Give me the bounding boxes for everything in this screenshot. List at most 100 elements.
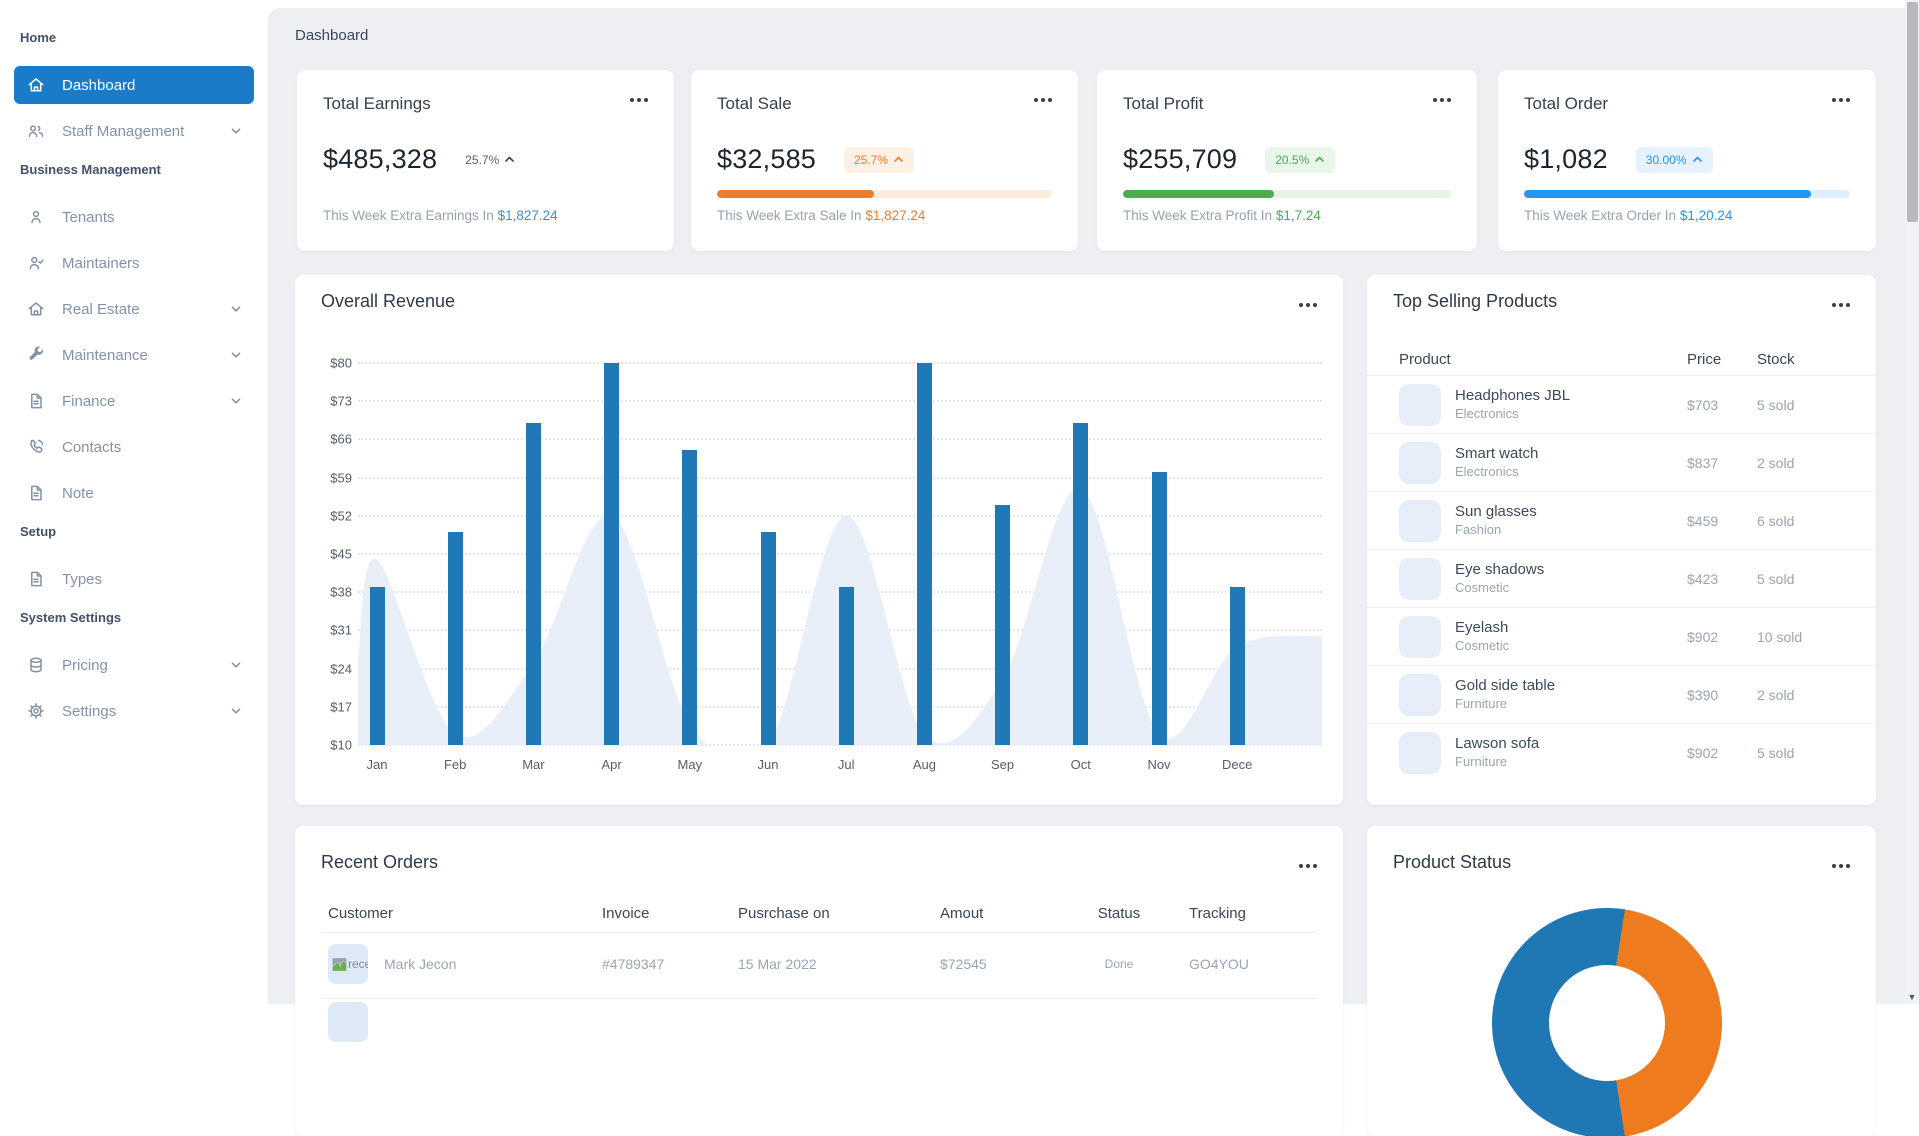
sidebar-item-staff-management[interactable]: Staff Management	[14, 112, 254, 150]
progress-bar	[1524, 190, 1850, 198]
stat-card-value: $1,082	[1524, 144, 1608, 174]
recent-orders-card: Recent Orders Customer Invoice Pusrchase o…	[295, 826, 1343, 1136]
product-category: Cosmetic	[1455, 638, 1510, 653]
bar-jun	[760, 532, 776, 745]
stat-card-footer: This Week Extra Earnings In $1,827.24	[323, 208, 558, 223]
sidebar-section-label-system-settings: System Settings	[20, 610, 122, 625]
product-stock: 2 sold	[1757, 686, 1795, 703]
product-thumbnail	[1399, 557, 1441, 600]
product-status-title: Product Status	[1393, 852, 1512, 872]
vertical-scrollbar[interactable]: ▼	[1905, 0, 1919, 1004]
order-amount: $72545	[940, 956, 987, 972]
product-category: Electronics	[1455, 464, 1519, 479]
more-options-button[interactable]	[1429, 94, 1455, 106]
sidebar-item-label: Staff Management	[62, 122, 185, 140]
customer-avatar-broken-image: rece	[328, 944, 368, 984]
divider	[321, 998, 1317, 999]
product-category: Furniture	[1455, 754, 1508, 769]
chevron-down-icon	[231, 128, 241, 134]
sidebar-item-pricing[interactable]: Pricing	[14, 646, 254, 684]
product-stock: 5 sold	[1757, 396, 1795, 413]
sidebar-item-label: Settings	[62, 702, 117, 720]
y-axis-tick: $45	[330, 546, 352, 562]
sidebar-item-label: Maintenance	[62, 346, 148, 364]
product-row-sun-glasses: Sun glasses Fashion $459 6 sold	[1367, 491, 1876, 549]
sidebar-item-types[interactable]: Types	[14, 560, 254, 598]
product-name: Sun glasses	[1455, 503, 1537, 520]
percent-change: 25.7%	[465, 153, 515, 167]
sidebar-item-label: Finance	[62, 392, 116, 410]
more-options-button[interactable]	[626, 94, 652, 106]
column-header-pusrchase-on: Pusrchase on	[738, 904, 830, 922]
bar-jan	[369, 586, 385, 745]
product-category: Cosmetic	[1455, 580, 1510, 595]
x-axis-tick: Mar	[522, 757, 545, 772]
y-axis-tick: $24	[330, 661, 352, 677]
chevron-down-icon	[231, 352, 241, 358]
order-tracking: GO4YOU	[1189, 956, 1249, 972]
x-axis-tick: Oct	[1070, 757, 1091, 772]
sidebar-item-maintenance[interactable]: Maintenance	[14, 336, 254, 374]
x-axis-tick: May	[677, 757, 703, 772]
gear-icon	[28, 703, 44, 719]
more-options-button[interactable]	[1030, 94, 1056, 106]
wrench-icon	[29, 346, 43, 360]
product-thumbnail	[1399, 615, 1441, 658]
product-thumbnail	[1399, 383, 1441, 426]
y-axis-tick: $66	[330, 431, 352, 447]
sidebar-item-real-estate[interactable]: Real Estate	[14, 290, 254, 328]
sidebar-item-finance[interactable]: Finance	[14, 382, 254, 420]
more-options-button[interactable]	[1828, 860, 1854, 872]
stat-card-title: Total Earnings	[323, 94, 431, 113]
column-header-status: Status	[1097, 904, 1141, 922]
product-name: Gold side table	[1455, 677, 1556, 694]
stat-card-footer: This Week Extra Sale In $1,827.24	[717, 208, 926, 223]
sidebar: Home Dashboard Staff Management Business Ma…	[0, 0, 268, 1004]
sidebar-item-maintainers[interactable]: Maintainers	[14, 244, 254, 282]
sidebar-item-dashboard[interactable]: Dashboard	[14, 66, 254, 104]
overall-revenue-card: Overall Revenue $80 $73 $66 $59 $52 $45 $38 $31…	[295, 275, 1343, 805]
top-selling-products-card: Top Selling Products Product Price Stock H…	[1367, 275, 1876, 805]
product-price: $902	[1687, 744, 1719, 761]
sidebar-item-note[interactable]: Note	[14, 474, 254, 512]
chevron-up-icon	[894, 156, 903, 162]
users-icon	[28, 125, 44, 137]
order-row: rece Mark Jecon #4789347 15 Mar 2022 $72…	[295, 933, 1343, 995]
sidebar-item-settings[interactable]: Settings	[14, 692, 254, 730]
scrollbar-down-arrow-icon[interactable]: ▼	[1905, 992, 1919, 1002]
bar-may	[682, 450, 698, 745]
percent-change-badge: 30.00%	[1635, 146, 1713, 173]
more-options-button[interactable]	[1828, 299, 1854, 311]
customer-name: Mark Jecon	[384, 956, 457, 972]
product-row-smart-watch: Smart watch Electronics $837 2 sold	[1367, 433, 1876, 491]
product-price: $703	[1687, 396, 1719, 413]
product-thumbnail	[1399, 499, 1441, 542]
sidebar-item-label: Maintainers	[62, 254, 140, 272]
product-name: Lawson sofa	[1455, 735, 1540, 752]
sidebar-item-tenants[interactable]: Tenants	[14, 198, 254, 236]
document-icon	[31, 571, 42, 587]
top-selling-products-title: Top Selling Products	[1393, 291, 1558, 311]
progress-bar	[1123, 190, 1451, 198]
sidebar-item-label: Pricing	[62, 656, 108, 674]
product-price: $423	[1687, 570, 1719, 587]
bar-sep	[995, 504, 1011, 745]
bar-oct	[1073, 423, 1089, 745]
sidebar-item-contacts[interactable]: Contacts	[14, 428, 254, 466]
scrollbar-thumb[interactable]	[1906, 2, 1918, 222]
bar-dece	[1229, 586, 1245, 745]
chevron-down-icon	[231, 708, 241, 714]
stat-card-title: Total Sale	[717, 94, 792, 113]
order-invoice: #4789347	[602, 956, 665, 972]
more-options-button[interactable]	[1295, 860, 1321, 872]
bar-aug	[916, 363, 932, 745]
sidebar-section-label-setup: Setup	[20, 524, 57, 539]
y-axis-tick: $31	[330, 622, 352, 638]
product-category: Furniture	[1455, 696, 1508, 711]
home-icon	[28, 78, 44, 92]
stat-card-footer: This Week Extra Order In $1,20.24	[1524, 208, 1733, 223]
more-options-button[interactable]	[1828, 94, 1854, 106]
bar-nov	[1151, 472, 1167, 745]
broken-image-icon	[332, 957, 347, 971]
product-row-lawson-sofa: Lawson sofa Furniture $902 5 sold	[1367, 723, 1876, 781]
